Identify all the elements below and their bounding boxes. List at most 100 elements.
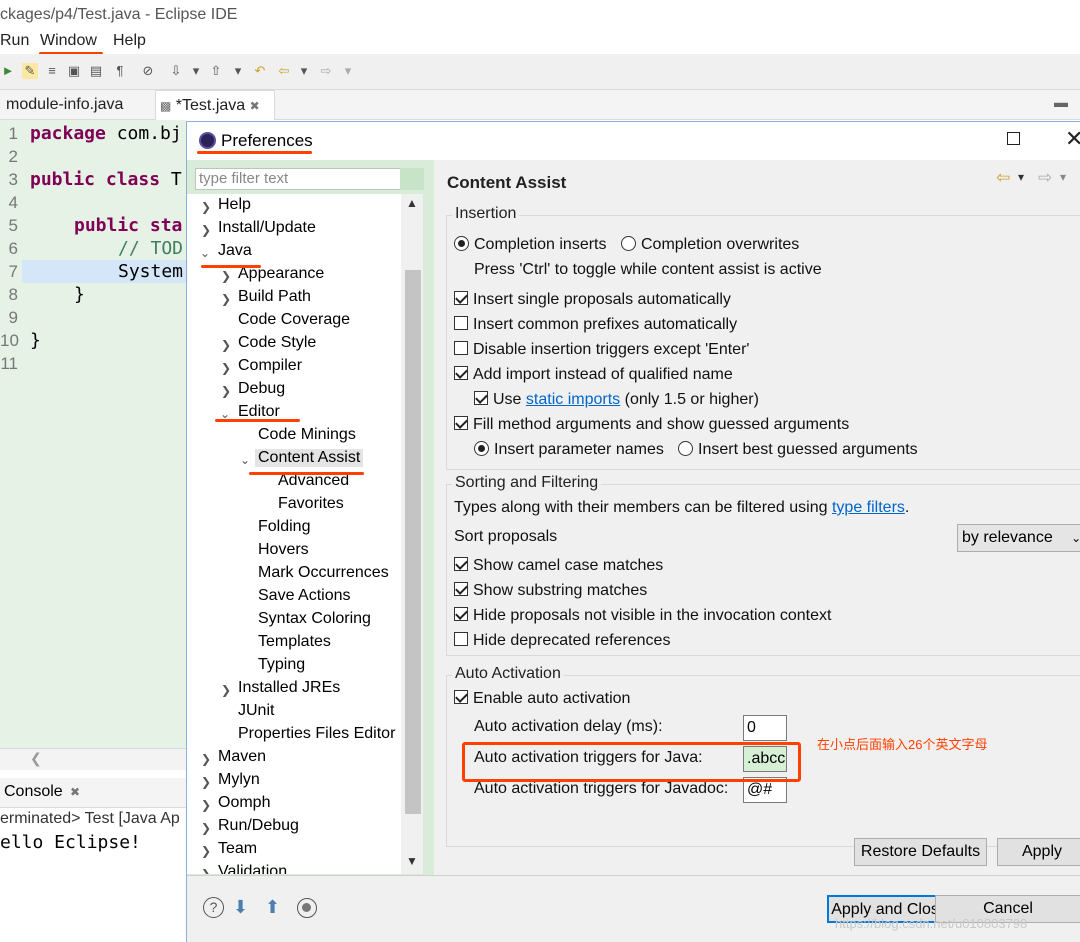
tree-item-code-minings[interactable]: Code Minings: [258, 426, 356, 444]
editor-horizontal-scrollbar[interactable]: ❮: [0, 748, 186, 770]
tree-item-mark-occurrences[interactable]: Mark Occurrences: [258, 564, 389, 582]
toggle-mark-icon[interactable]: ✎: [22, 63, 38, 79]
chevron-down-icon[interactable]: ⌄: [240, 453, 250, 467]
use-static-imports-checkbox[interactable]: Use static imports (only 1.5 or higher): [474, 391, 759, 409]
tree-item-debug[interactable]: Debug: [238, 380, 285, 398]
tab-module-info[interactable]: module-info.java: [6, 90, 123, 120]
tree-item-code-coverage[interactable]: Code Coverage: [238, 311, 350, 329]
forward-icon[interactable]: ⇨: [1038, 168, 1052, 188]
toggle-breadcrumb-icon[interactable]: ≡: [44, 63, 60, 79]
minimize-icon[interactable]: ▬: [1054, 94, 1068, 110]
next-annotation-icon[interactable]: ⇩: [168, 63, 184, 79]
tree-item-typing[interactable]: Typing: [258, 656, 305, 674]
tree-item-folding[interactable]: Folding: [258, 518, 310, 536]
tree-item-compiler[interactable]: Compiler: [238, 357, 302, 375]
back-icon[interactable]: ⇦: [276, 63, 292, 79]
run-icon[interactable]: ►: [0, 63, 16, 79]
console-status: erminated> Test [Java Ap: [0, 810, 180, 827]
export-icon[interactable]: ⬆: [265, 897, 280, 918]
import-icon[interactable]: ⬇: [233, 897, 248, 918]
hide-not-visible-checkbox[interactable]: Hide proposals not visible in the invoca…: [454, 607, 831, 625]
chevron-down-icon[interactable]: ▾: [1060, 170, 1066, 184]
sort-proposals-select[interactable]: by relevance ⌄: [957, 524, 1080, 552]
tree-item-mylyn[interactable]: Mylyn: [218, 771, 260, 789]
tree-item-run-debug[interactable]: Run/Debug: [218, 817, 299, 835]
tree-item-team[interactable]: Team: [218, 840, 257, 858]
enable-auto-activation-checkbox[interactable]: Enable auto activation: [454, 690, 630, 708]
chevron-down-icon[interactable]: ▾: [340, 63, 356, 79]
tree-item-hovers[interactable]: Hovers: [258, 541, 309, 559]
tree-item-code-style[interactable]: Code Style: [238, 334, 316, 352]
insert-common-checkbox[interactable]: Insert common prefixes automatically: [454, 316, 737, 334]
tree-item-content-assist[interactable]: Content Assist: [255, 449, 364, 467]
record-icon[interactable]: [297, 898, 317, 918]
tree-item-maven[interactable]: Maven: [218, 748, 266, 766]
open-task-icon[interactable]: ▤: [88, 63, 104, 79]
open-type-icon[interactable]: ▣: [66, 63, 82, 79]
menu-help[interactable]: Help: [113, 32, 146, 50]
tree-item-build-path[interactable]: Build Path: [238, 288, 311, 306]
fill-arguments-checkbox[interactable]: Fill method arguments and show guessed a…: [454, 416, 849, 434]
content-assist-underline: [249, 472, 364, 475]
insert-single-checkbox[interactable]: Insert single proposals automatically: [454, 291, 731, 309]
close-icon[interactable]: ✖: [250, 99, 260, 113]
apply-button[interactable]: Apply: [997, 838, 1080, 866]
filter-input[interactable]: type filter text: [195, 168, 424, 190]
console-view-tab[interactable]: Console ✖: [0, 778, 186, 808]
disable-triggers-checkbox[interactable]: Disable insertion triggers except 'Enter…: [454, 341, 749, 359]
tree-item-save-actions[interactable]: Save Actions: [258, 587, 351, 605]
title-underline: [197, 151, 312, 154]
add-import-checkbox[interactable]: Add import instead of qualified name: [454, 366, 733, 384]
clear-filter-button[interactable]: [400, 168, 424, 190]
scroll-left-icon[interactable]: ❮: [30, 750, 42, 767]
editor-tabs: module-info.java ▩ *Test.java ✖ ▬: [0, 90, 1080, 120]
close-icon[interactable]: ✕: [1065, 126, 1080, 152]
menu-run[interactable]: Run: [0, 32, 29, 50]
show-whitespace-icon[interactable]: ¶: [112, 63, 128, 79]
skip-breakpoints-icon[interactable]: ⊘: [140, 63, 156, 79]
scroll-up-icon[interactable]: ▲: [406, 196, 418, 210]
back-icon[interactable]: ⇦: [996, 168, 1010, 188]
chevron-down-icon[interactable]: ▾: [188, 63, 204, 79]
tree-item-oomph[interactable]: Oomph: [218, 794, 270, 812]
tree-item-help[interactable]: Help: [218, 196, 251, 214]
completion-overwrites-radio[interactable]: Completion overwrites: [621, 236, 799, 254]
tree-item-install-update[interactable]: Install/Update: [218, 219, 316, 237]
chevron-down-icon[interactable]: ▾: [296, 63, 312, 79]
tree-item-templates[interactable]: Templates: [258, 633, 331, 651]
static-imports-link[interactable]: static imports: [526, 391, 620, 408]
substring-checkbox[interactable]: Show substring matches: [454, 582, 647, 600]
watermark: https://blog.csdn.net/u010803798: [835, 916, 1028, 931]
menu-window[interactable]: Window: [40, 32, 97, 50]
tree-item-validation[interactable]: Validation: [218, 863, 287, 874]
scroll-down-icon[interactable]: ▼: [406, 854, 418, 868]
chevron-down-icon[interactable]: ⌄: [200, 246, 210, 260]
prev-annotation-icon[interactable]: ⇧: [208, 63, 224, 79]
last-edit-icon[interactable]: ↶: [252, 63, 268, 79]
tree-item-java[interactable]: Java: [218, 242, 252, 260]
tree-item-properties-files-editor[interactable]: Properties Files Editor: [238, 725, 395, 743]
chevron-down-icon[interactable]: ▾: [230, 63, 246, 79]
tree-item-junit[interactable]: JUnit: [238, 702, 274, 720]
restore-defaults-button[interactable]: Restore Defaults: [854, 838, 987, 866]
maximize-icon[interactable]: [1007, 132, 1020, 145]
help-icon[interactable]: ?: [203, 897, 224, 918]
tab-test-java[interactable]: ▩ *Test.java ✖: [155, 90, 275, 120]
forward-icon[interactable]: ⇨: [318, 63, 334, 79]
close-icon[interactable]: ✖: [70, 785, 80, 799]
tree-item-favorites[interactable]: Favorites: [278, 495, 344, 513]
type-filters-link[interactable]: type filters: [832, 499, 905, 516]
completion-inserts-radio[interactable]: Completion inserts: [454, 236, 607, 254]
chevron-down-icon[interactable]: ▾: [1018, 170, 1024, 184]
camel-case-checkbox[interactable]: Show camel case matches: [454, 557, 663, 575]
tree-item-installed-jres[interactable]: Installed JREs: [238, 679, 340, 697]
tree-scroll-thumb[interactable]: [405, 270, 421, 814]
type-filters-text: Types along with their members can be fi…: [454, 499, 910, 516]
code-line-5: public sta: [74, 215, 183, 236]
insertion-label: Insertion: [452, 205, 520, 223]
insert-best-guessed-radio[interactable]: Insert best guessed arguments: [678, 441, 918, 459]
hide-deprecated-checkbox[interactable]: Hide deprecated references: [454, 632, 670, 650]
tree-item-syntax-coloring[interactable]: Syntax Coloring: [258, 610, 371, 628]
insert-parameter-names-radio[interactable]: Insert parameter names: [474, 441, 664, 459]
delay-input[interactable]: 0: [743, 715, 787, 741]
